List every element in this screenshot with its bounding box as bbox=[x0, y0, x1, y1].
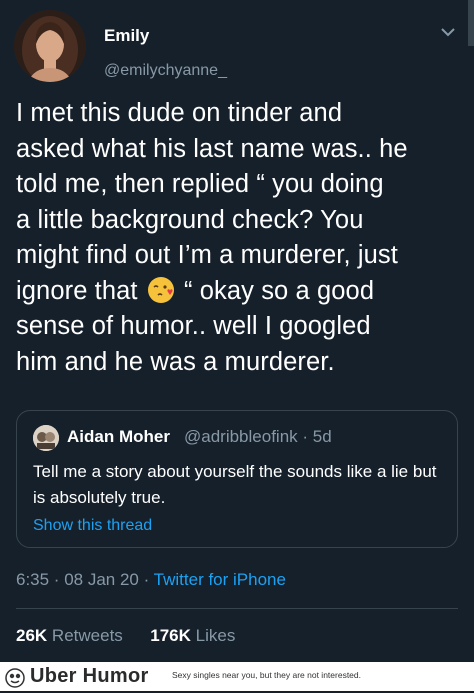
scrollbar[interactable] bbox=[468, 0, 474, 46]
tweet-text-line: might find out I’m a murderer, just bbox=[16, 241, 398, 269]
brand-name: Uber Humor bbox=[30, 665, 149, 687]
author-handle[interactable]: @emilychyanne_ bbox=[104, 62, 227, 80]
face-blowing-kiss-icon bbox=[147, 276, 175, 304]
quoted-author-handle[interactable]: @adribbleofink · 5d bbox=[184, 427, 332, 447]
tweet-text-line: him and he was a murderer. bbox=[16, 347, 335, 376]
quoted-tweet[interactable]: Aidan Moher @adribbleofink · 5d Tell me … bbox=[16, 410, 458, 548]
tweet-stats: 26K Retweets 176K Likes bbox=[16, 626, 235, 646]
author-avatar[interactable] bbox=[14, 10, 86, 82]
show-thread-link[interactable]: Show this thread bbox=[33, 517, 152, 535]
tweet-text-segment: “ okay so a good bbox=[176, 276, 375, 305]
quoted-author-name[interactable]: Aidan Moher bbox=[67, 427, 170, 447]
tweet-card: Emily @emilychyanne_ I met this dude on … bbox=[0, 0, 474, 662]
retweets-label[interactable]: Retweets bbox=[52, 626, 123, 645]
tweet-text-line: asked what his last name was.. he bbox=[16, 134, 408, 163]
tweet-meta: 6:35 · 08 Jan 20 · Twitter for iPhone bbox=[16, 570, 286, 590]
tweet-text: I met this dude on tinder and asked what… bbox=[16, 96, 464, 380]
likes-label[interactable]: Likes bbox=[196, 626, 236, 645]
watermark-footer: Uber Humor Sexy singles near you, but th… bbox=[0, 662, 474, 691]
quoted-tweet-text: Tell me a story about yourself the sound… bbox=[33, 462, 437, 507]
tweet-text-line: sense of humor.. well I googled bbox=[16, 312, 371, 340]
tweet-text-line: I met this dude on tinder and bbox=[16, 99, 343, 127]
chevron-down-icon[interactable] bbox=[438, 22, 458, 42]
tweet-source-link[interactable]: Twitter for iPhone bbox=[154, 570, 286, 589]
tweet-text-line: a little background check? You bbox=[16, 205, 364, 234]
tweet-text-line-with-emoji: ignore that “ okay so a good bbox=[16, 274, 464, 310]
divider bbox=[16, 608, 458, 609]
tweet-text-line: told me, then replied “ you doing bbox=[16, 170, 384, 198]
uber-humor-logo-icon bbox=[4, 666, 26, 688]
tweet-header: Emily @emilychyanne_ bbox=[14, 10, 464, 82]
author-name[interactable]: Emily bbox=[104, 26, 149, 46]
watermark-tagline: Sexy singles near you, but they are not … bbox=[172, 670, 362, 680]
quoted-author-avatar[interactable] bbox=[33, 425, 59, 451]
tweet-text-segment: ignore that bbox=[16, 276, 138, 305]
likes-count[interactable]: 176K bbox=[150, 626, 191, 645]
retweets-count[interactable]: 26K bbox=[16, 626, 47, 645]
tweet-timestamp[interactable]: 6:35 · 08 Jan 20 · bbox=[16, 570, 154, 589]
